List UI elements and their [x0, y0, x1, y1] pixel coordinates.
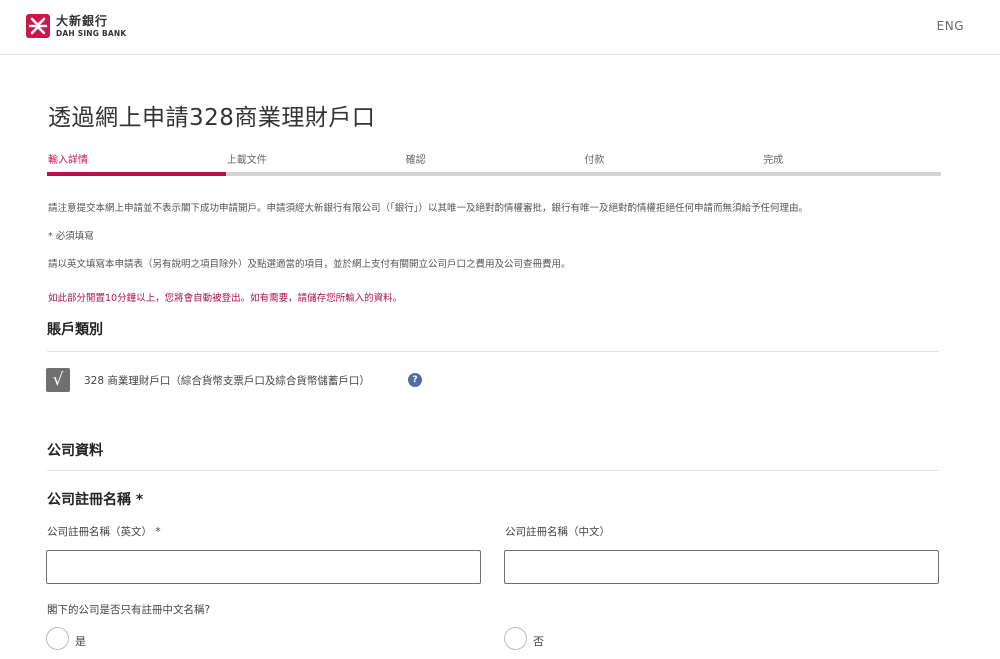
step-bar — [404, 172, 584, 176]
company-info-heading: 公司資料 — [47, 443, 103, 459]
logo-english-name: DAH SING BANK — [56, 28, 127, 38]
company-name-en-input[interactable] — [46, 550, 481, 584]
help-icon[interactable]: ? — [408, 373, 422, 387]
step-bar — [225, 172, 405, 176]
instruction-text: 請以英文填寫本申請表（另有說明之項目除外）及點選適當的項目，並於網上支付有關開立… — [48, 259, 571, 270]
account-type-option-label: 328 商業理財戶口（綜合貨幣支票戶口及綜合貨幣儲蓄戶口） — [84, 375, 370, 387]
step-complete: 完成 — [762, 150, 941, 176]
step-label: 輸入詳情 — [48, 155, 88, 166]
step-payment: 付款 — [583, 150, 763, 176]
timeout-warning: 如此部分閒置10分鐘以上，您將會自動被登出。如有需要，請儲存您所輸入的資料。 — [48, 293, 403, 304]
dah-sing-logo-icon — [26, 14, 50, 38]
page-title: 透過網上申請328商業理財戶口 — [48, 105, 376, 131]
radio-no-label: 否 — [533, 635, 544, 648]
section-divider — [47, 351, 939, 352]
registered-name-heading: 公司註冊名稱 * — [47, 492, 144, 508]
section-divider — [47, 470, 939, 471]
site-header: 大新銀行 DAH SING BANK ENG — [0, 0, 1000, 55]
account-type-heading: 賬戶類別 — [47, 322, 103, 338]
step-bar — [762, 172, 941, 176]
required-note: * 必須填寫 — [48, 231, 94, 242]
step-label: 付款 — [584, 155, 605, 166]
name-cn-label: 公司註冊名稱（中文） — [505, 526, 610, 538]
progress-steps: 輸入詳情 上載文件 確認 付款 完成 — [47, 150, 941, 176]
bank-logo[interactable]: 大新銀行 DAH SING BANK — [26, 14, 126, 38]
step-label: 上載文件 — [226, 155, 267, 166]
account-type-checkbox[interactable]: √ — [46, 368, 70, 392]
step-label: 完成 — [763, 155, 784, 166]
name-en-label: 公司註冊名稱（英文） * — [47, 526, 161, 538]
radio-no[interactable] — [504, 627, 527, 650]
step-confirm: 確認 — [404, 150, 584, 176]
disclaimer-text: 請注意提交本網上申請並不表示閣下成功申請開戶。申請須經大新銀行有限公司（「銀行」… — [48, 203, 809, 214]
company-name-cn-input[interactable] — [504, 550, 939, 584]
logo-chinese-name: 大新銀行 — [56, 13, 109, 28]
step-bar — [47, 172, 226, 176]
step-bar — [583, 172, 763, 176]
step-label: 確認 — [405, 155, 426, 166]
step-enter-details: 輸入詳情 — [47, 150, 226, 176]
radio-yes-label: 是 — [75, 635, 86, 648]
chinese-only-question: 閣下的公司是否只有註冊中文名稱? — [47, 604, 211, 616]
radio-yes[interactable] — [46, 627, 69, 650]
language-switch[interactable]: ENG — [937, 19, 964, 33]
step-upload-documents: 上載文件 — [225, 150, 405, 176]
